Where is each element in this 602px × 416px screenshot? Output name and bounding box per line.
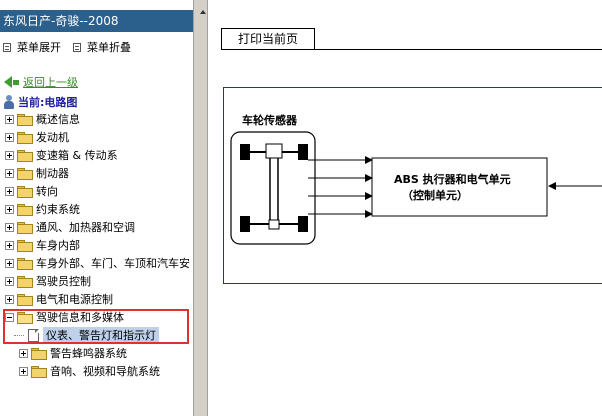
collapse-menu-label: 菜单折叠 <box>87 41 131 54</box>
back-arrow-icon <box>4 76 12 88</box>
folder-icon <box>17 257 33 270</box>
tree-item[interactable]: 转向 <box>0 182 58 200</box>
tree-sub-item[interactable]: 警告蜂鸣器系统 <box>14 344 127 362</box>
tree-item-label: 车身内部 <box>36 239 80 252</box>
expand-plus-icon[interactable] <box>5 150 14 160</box>
tree-item-label: 变速箱 & 传动系 <box>36 149 118 162</box>
folder-icon <box>17 185 33 198</box>
divider <box>221 49 602 50</box>
tree-item[interactable]: 车身内部 <box>0 236 80 254</box>
tree-item[interactable]: 制动器 <box>0 164 69 182</box>
expand-plus-icon[interactable] <box>5 222 14 232</box>
content-pane: 打印当前页 车轮传感器 ABS 执行器和电气单元 （控制单元） <box>209 0 602 416</box>
wiring-diagram-frame: 车轮传感器 ABS 执行器和电气单元 （控制单元） <box>223 87 602 284</box>
tree-item[interactable]: 约束系统 <box>0 200 80 218</box>
tree-item-expanded[interactable]: 驾驶信息和多媒体 <box>0 308 124 326</box>
print-page-button[interactable]: 打印当前页 <box>221 28 315 50</box>
menu-toolbar: 菜单展开 菜单折叠 <box>3 40 143 54</box>
expand-plus-icon[interactable] <box>5 276 14 286</box>
tree-item[interactable]: 通风、加热器和空调 <box>0 218 135 236</box>
tree-item-selected[interactable]: 仪表、警告灯和指示灯 <box>0 326 159 344</box>
expand-plus-icon[interactable] <box>5 240 14 250</box>
app-title: 东风日产-奇骏--2008 <box>0 10 193 32</box>
expand-plus-icon[interactable] <box>5 294 14 304</box>
tree-item-label: 驾驶员控制 <box>36 275 91 288</box>
tree-item[interactable]: 概述信息 <box>0 110 80 128</box>
folder-icon <box>17 113 33 126</box>
tree-item-label: 车身外部、车门、车顶和汽车安 <box>36 257 190 270</box>
abs-block-diagram: 车轮传感器 ABS 执行器和电气单元 （控制单元） <box>230 113 602 245</box>
tree-item[interactable]: 驾驶员控制 <box>0 272 91 290</box>
tree-item-label: 制动器 <box>36 167 69 180</box>
collapse-menu-button[interactable]: 菜单折叠 <box>73 39 131 55</box>
folder-icon <box>31 347 47 360</box>
list-icon <box>3 42 11 52</box>
current-location: 当前:电路图 <box>4 94 77 109</box>
expand-menu-label: 菜单展开 <box>17 41 61 54</box>
expand-plus-icon[interactable] <box>5 114 14 124</box>
scroll-up-arrow-icon[interactable] <box>200 10 206 14</box>
open-folder-icon <box>17 311 33 324</box>
tree-item-label: 警告蜂鸣器系统 <box>50 347 127 360</box>
folder-icon <box>17 293 33 306</box>
folder-icon <box>31 365 47 378</box>
wheel-sensor-label: 车轮传感器 <box>242 113 298 127</box>
tree-item-label: 约束系统 <box>36 203 80 216</box>
back-row: 返回上一级 <box>4 75 78 89</box>
document-icon <box>28 328 39 342</box>
expand-plus-icon[interactable] <box>5 258 14 268</box>
abs-unit-box <box>371 157 548 217</box>
navigation-pane: 东风日产-奇骏--2008 菜单展开 菜单折叠 返回上一级 当前:电路图 概述信… <box>0 0 193 416</box>
folder-icon <box>17 275 33 288</box>
tree-item-label: 转向 <box>36 185 58 198</box>
tree-sub-item[interactable]: 音响、视频和导航系统 <box>14 362 160 380</box>
folder-icon <box>17 149 33 162</box>
expand-menu-button[interactable]: 菜单展开 <box>3 39 61 55</box>
engine-block <box>265 143 283 159</box>
expand-plus-icon[interactable] <box>5 132 14 142</box>
user-icon <box>4 94 14 109</box>
wheel-rear-right <box>298 216 308 232</box>
current-location-label: 当前:电路图 <box>18 95 78 109</box>
collapse-minus-icon[interactable] <box>5 312 14 322</box>
wheel-front-left <box>240 144 250 160</box>
folder-icon <box>17 221 33 234</box>
expand-plus-icon[interactable] <box>19 366 28 376</box>
tree-item-label: 通风、加热器和空调 <box>36 221 135 234</box>
abs-unit-sublabel: （控制单元） <box>402 188 468 202</box>
selected-item-label: 仪表、警告灯和指示灯 <box>43 327 159 343</box>
tree-item[interactable]: 变速箱 & 传动系 <box>0 146 118 164</box>
expand-plus-icon[interactable] <box>19 348 28 358</box>
expand-plus-icon[interactable] <box>5 204 14 214</box>
tree-item-label: 电气和电源控制 <box>36 293 113 306</box>
tree-item[interactable]: 电气和电源控制 <box>0 290 113 308</box>
tree-item-label: 概述信息 <box>36 113 80 126</box>
folder-icon <box>17 131 33 144</box>
wheel-front-right <box>298 144 308 160</box>
folder-icon <box>17 239 33 252</box>
tree-item-label: 音响、视频和导航系统 <box>50 365 160 378</box>
tree-item-label: 驾驶信息和多媒体 <box>36 311 124 324</box>
expand-plus-icon[interactable] <box>5 186 14 196</box>
tree-item[interactable]: 车身外部、车门、车顶和汽车安 <box>0 254 190 272</box>
list-icon <box>73 42 81 52</box>
vertical-scrollbar[interactable] <box>193 0 208 416</box>
abs-unit-label: ABS 执行器和电气单元 <box>394 172 511 186</box>
expand-plus-icon[interactable] <box>5 168 14 178</box>
back-link[interactable]: 返回上一级 <box>23 74 78 90</box>
wheel-rear-left <box>240 216 250 232</box>
tree-item-label: 发动机 <box>36 131 69 144</box>
differential <box>268 219 280 230</box>
folder-icon <box>17 203 33 216</box>
folder-icon <box>17 167 33 180</box>
tree-item[interactable]: 发动机 <box>0 128 69 146</box>
